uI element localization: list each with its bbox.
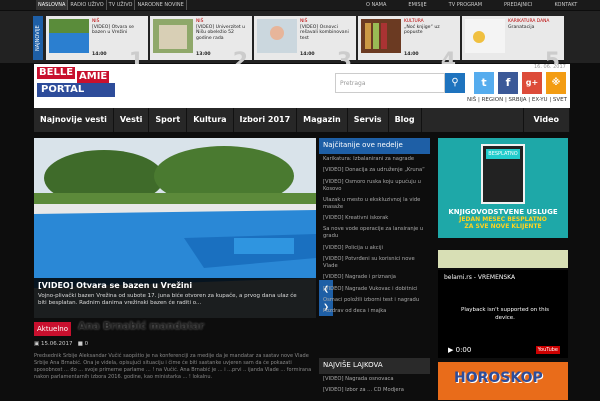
list-item[interactable]: Pozdrav od deca i majka (323, 308, 426, 315)
most-liked-widget: NAJVIŠE LAJKOVA [VIDEO] Nagrada osnovaca… (319, 358, 430, 401)
top-link-tv[interactable]: TV UŽIVO (107, 0, 136, 10)
banner-ad[interactable] (438, 250, 568, 268)
nav-item-sport[interactable]: Sport (149, 108, 188, 132)
video-message: Playback isn't supported on this device. (461, 307, 549, 321)
list-item[interactable]: [VIDEO] Osmoro ruska koju upućuju u Koso… (323, 179, 426, 193)
comment-icon: ■ (77, 341, 83, 347)
top-link-naslovna[interactable]: NASLOVNA (36, 0, 69, 10)
youtube-player[interactable]: belami.rs - VREMENSKA Playback isn't sup… (438, 270, 568, 358)
strip-label: NAJNOVIJE (33, 16, 43, 60)
accounting-ad[interactable]: BESPLATNO KNJIGOVODSTVENE USLUGE JEDAN M… (438, 138, 568, 238)
building-thumbnail (153, 19, 193, 53)
top-bar: NASLOVNA RADIO UŽIVO TV UŽIVO NARODNE NO… (0, 0, 600, 10)
nav-item-servis[interactable]: Servis (348, 108, 389, 132)
aktuelno-badge: Aktuelno (34, 322, 71, 336)
search-icon: ⚲ (451, 77, 459, 88)
strip-card[interactable]: NIŠ [VIDEO] Osnovci rešavali kombinovani… (254, 16, 356, 73)
nav-item-izbori[interactable]: Izbori 2017 (234, 108, 298, 132)
strip-card[interactable]: KARIKATURA DANA Granatacija 5 (462, 16, 564, 73)
strip-card[interactable]: NIŠ [VIDEO] Univerzitet u Nišu obeležio … (150, 16, 252, 73)
list-item[interactable]: Ulazak u mesto u ekskluzivnoj la vide ma… (323, 197, 426, 211)
site-header: BELLE AMIE PORTAL 16. 06. 2017 Pretraga … (34, 64, 570, 108)
video-title[interactable]: belami.rs - VREMENSKA (444, 274, 515, 281)
strip-card[interactable]: NIŠ [VIDEO] Otvara se bazen u Vrežini 14… (46, 16, 148, 73)
play-icon[interactable]: ▶ 0:00 (448, 346, 471, 354)
nav-item-kultura[interactable]: Kultura (187, 108, 234, 132)
twitter-icon[interactable]: t (474, 72, 494, 94)
top-link-radio[interactable]: RADIO UŽIVO (68, 0, 107, 10)
top-link-novine[interactable]: NARODNE NOVINE (135, 0, 187, 10)
top-link-o-nama[interactable]: O NAMA (366, 0, 386, 10)
featured-slider[interactable]: [VIDEO] Otvara se bazen u Vrežini Vojno-… (34, 138, 316, 318)
main-nav: Najnovije vesti Vesti Sport Kultura Izbo… (34, 108, 570, 132)
most-read-widget: Najčitanije ove nedelje Karikatura: Izba… (319, 138, 430, 322)
nav-item-vesti[interactable]: Vesti (114, 108, 150, 132)
top-link-kontakt[interactable]: KONTAKT (555, 0, 578, 10)
list-item[interactable]: [VIDEO] Nagrada osnovaca (323, 376, 426, 383)
pool-thumbnail (49, 19, 89, 53)
top-link-predajnici[interactable]: PREDAJNICI (504, 0, 533, 10)
strip-card[interactable]: KULTURA „Noć knjige“ uz popuste 14:00 4 (358, 16, 460, 73)
featured-desc: Vojno-plivački bazen Vrežina od subote 1… (38, 293, 297, 306)
rss-icon[interactable]: ※ (546, 72, 566, 94)
list-item[interactable]: [VIDEO] Kreativni iskorak (323, 215, 426, 222)
most-liked-header: NAJVIŠE LAJKOVA (319, 358, 430, 374)
list-item[interactable]: Karikatura: Izbalanirani za nagrade (323, 156, 426, 163)
google-plus-icon[interactable]: g+ (522, 72, 542, 94)
most-read-header: Najčitanije ove nedelje (319, 138, 430, 154)
header-date: 16. 06. 2017 (534, 64, 566, 70)
list-item[interactable]: [VIDEO] Potvrđeni su korisnici nove Vlad… (323, 256, 426, 270)
classroom-thumbnail (257, 19, 297, 53)
featured-caption: [VIDEO] Otvara se bazen u Vrežini Vojno-… (34, 278, 316, 318)
cartoon-thumbnail (465, 19, 505, 53)
region-links[interactable]: NIŠ | REGION | SRBIJA | EX-YU | SVET (467, 97, 567, 103)
featured-title[interactable]: [VIDEO] Otvara se bazen u Vrežini (38, 281, 312, 290)
top-link-tv-program[interactable]: TV PROGRAM (449, 0, 482, 10)
nav-item-video[interactable]: Video (522, 108, 570, 132)
calendar-icon: ▣ (34, 341, 40, 347)
top-link-emisije[interactable]: EMISIJE (408, 0, 426, 10)
nav-item-najnovije[interactable]: Najnovije vesti (34, 108, 114, 132)
list-item[interactable]: [VIDEO] Izbor za ... CD Modjera (323, 387, 426, 394)
list-item[interactable]: [VIDEO] Donacija za udruženje „Kruna“ (323, 167, 426, 174)
youtube-logo[interactable]: YouTube (535, 346, 560, 354)
search-button[interactable]: ⚲ (445, 73, 465, 93)
nav-item-magazin[interactable]: Magazin (297, 108, 348, 132)
horoscope-banner[interactable]: HOROSKOP (438, 362, 568, 400)
list-item[interactable]: Osmaci položili izborni test i nagradu (323, 297, 426, 304)
list-item[interactable]: Sa nove vode operacije za lansiranje u g… (323, 226, 426, 240)
list-item[interactable]: [VIDEO] Nagrade Vukovac i dobitnici (323, 286, 426, 293)
aktuelno-meta: ▣ 15.06.2017 ■ 0 (34, 341, 89, 347)
calculator-icon: BESPLATNO (481, 144, 525, 204)
search-input[interactable]: Pretraga (335, 73, 445, 93)
nav-item-blog[interactable]: Blog (389, 108, 422, 132)
aktuelno-title[interactable]: Ana Brnabić mandatar (78, 321, 204, 332)
list-item[interactable]: [VIDEO] Nagrade i priznanja (323, 274, 426, 281)
list-item[interactable]: [VIDEO] Policija u akciji (323, 245, 426, 252)
books-thumbnail (361, 19, 401, 53)
aktuelno-body: Predsednik Srbije Aleksandar Vučić saopš… (34, 353, 312, 380)
facebook-icon[interactable]: f (498, 72, 518, 94)
site-logo[interactable]: BELLE AMIE PORTAL (37, 67, 117, 105)
